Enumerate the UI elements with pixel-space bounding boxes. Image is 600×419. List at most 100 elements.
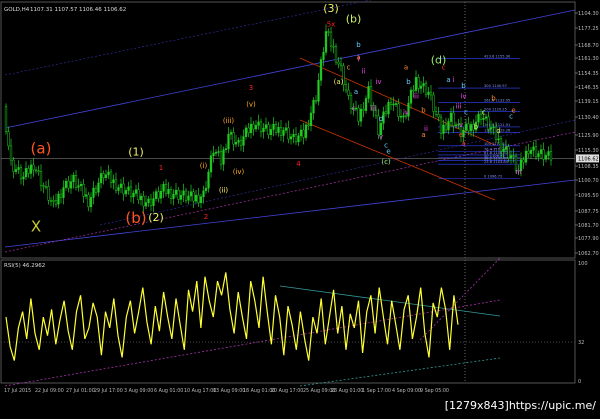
- candle-body: [269, 129, 273, 135]
- chart-title: GOLD,H4: [4, 7, 30, 13]
- price-axis-tick: 1130.40: [578, 115, 599, 121]
- candle-body: [304, 124, 308, 138]
- candle-body: [489, 127, 493, 130]
- candle-body: [67, 180, 70, 189]
- candle-body: [289, 136, 293, 140]
- candle-body: [162, 184, 165, 192]
- price-axis-tick: 1095.50: [578, 193, 599, 199]
- candle-body: [329, 31, 333, 47]
- candle-body: [417, 77, 420, 89]
- candle-body: [549, 151, 553, 161]
- wave-label: iii: [371, 105, 377, 113]
- wave-label: a: [446, 76, 450, 84]
- rsi-magenta-trendline: [4, 299, 501, 387]
- candle-body: [194, 194, 198, 202]
- candle-body: [262, 128, 265, 133]
- price-axis-tick: 1100.70: [578, 178, 599, 184]
- candle-body: [152, 198, 155, 206]
- candle-body: [324, 31, 328, 53]
- rsi-panel-frame: [0, 259, 576, 384]
- candle-body: [229, 132, 233, 135]
- candle-body: [27, 168, 30, 174]
- price-axis-tick: 1077.90: [578, 236, 599, 242]
- wave-label: (iii): [223, 117, 235, 125]
- candle-body: [234, 142, 238, 145]
- candle-body: [287, 127, 290, 140]
- wave-label: iii: [413, 92, 419, 100]
- candle-body: [219, 151, 223, 165]
- candle-body: [334, 46, 338, 63]
- candle-body: [122, 183, 125, 195]
- rsi-axis-tick: 32: [578, 340, 584, 346]
- candle-body: [254, 125, 258, 130]
- candle-body: [522, 159, 525, 163]
- candle-body: [367, 86, 370, 99]
- candle-body: [389, 102, 393, 105]
- candle-body: [492, 126, 495, 129]
- candle-body: [34, 169, 38, 172]
- time-axis-tick: 10 Aug 17:00: [184, 388, 216, 394]
- candle-body: [464, 123, 468, 131]
- candle-body: [439, 116, 443, 134]
- candle-body: [182, 190, 185, 196]
- wave-label: d: [496, 127, 500, 135]
- candle-body: [299, 129, 303, 137]
- candle-body: [532, 146, 535, 151]
- candle-body: [224, 148, 228, 151]
- candle-body: [17, 167, 20, 170]
- candle-body: [22, 176, 25, 180]
- time-axis-tick: 17 Jul 2015: [4, 388, 31, 394]
- candle-body: [277, 126, 280, 133]
- fib-level-label: 423.6 1155.30: [484, 55, 511, 59]
- candle-body: [419, 85, 423, 89]
- candle-body: [217, 151, 220, 153]
- price-axis-tick: 1115.30: [578, 148, 599, 154]
- candle-body: [189, 191, 193, 197]
- candle-body: [79, 184, 83, 187]
- candle-body: [197, 194, 200, 203]
- candle-body: [247, 127, 250, 134]
- time-axis-tick: 28 Aug 01:00: [331, 388, 363, 394]
- candle-body: [244, 127, 248, 137]
- wave-label: a: [461, 139, 465, 147]
- candle-body: [159, 190, 163, 199]
- time-axis-tick: 29 Jul 17:00: [94, 388, 123, 394]
- candle-body: [44, 186, 48, 188]
- time-axis-tick: 4 Sep 09:00: [392, 388, 421, 394]
- candle-body: [454, 124, 458, 127]
- candle-body: [272, 123, 275, 130]
- wave-label: c: [352, 105, 356, 113]
- wave-label: c: [347, 64, 351, 72]
- wave-label: iii: [516, 168, 522, 176]
- candle-body: [209, 155, 213, 173]
- time-axis-tick: 6 Aug 01:00: [154, 388, 183, 394]
- wave-label: e: [386, 148, 390, 156]
- fib-level-label: 23.6 1103.84: [484, 160, 509, 164]
- candle-body: [307, 124, 310, 127]
- wave-label: (1): [128, 146, 144, 159]
- candle-body: [414, 77, 418, 91]
- candle-body: [102, 173, 105, 178]
- ohlc-readout: 1107.31 1107.57 1106.46 1106.62: [30, 7, 126, 13]
- candle-body: [399, 116, 403, 118]
- wave-label: v: [459, 121, 463, 129]
- candles: [4, 24, 553, 213]
- candle-body: [59, 193, 63, 198]
- price-axis-tick: 1062.70: [578, 251, 599, 257]
- current-price-label: 1106.62: [578, 156, 599, 162]
- wave-label: 4: [296, 160, 301, 168]
- candle-body: [167, 189, 170, 194]
- candle-body: [57, 193, 60, 205]
- candle-body: [212, 152, 215, 157]
- fib-level-label: 0 1096.72: [484, 175, 502, 179]
- candle-body: [62, 187, 65, 198]
- price-axis-tick: 1146.35: [578, 85, 599, 91]
- candle-body: [187, 195, 190, 201]
- candle-body: [529, 149, 533, 154]
- price-axis-tick: 1104.30: [578, 11, 599, 17]
- candle-body: [12, 159, 15, 172]
- chart-root: GOLD,H4 1107.31 1107.57 1106.46 1106.62 RS…: [0, 0, 600, 415]
- candle-body: [54, 200, 58, 205]
- wave-label: i: [453, 76, 455, 84]
- candle-body: [74, 175, 78, 188]
